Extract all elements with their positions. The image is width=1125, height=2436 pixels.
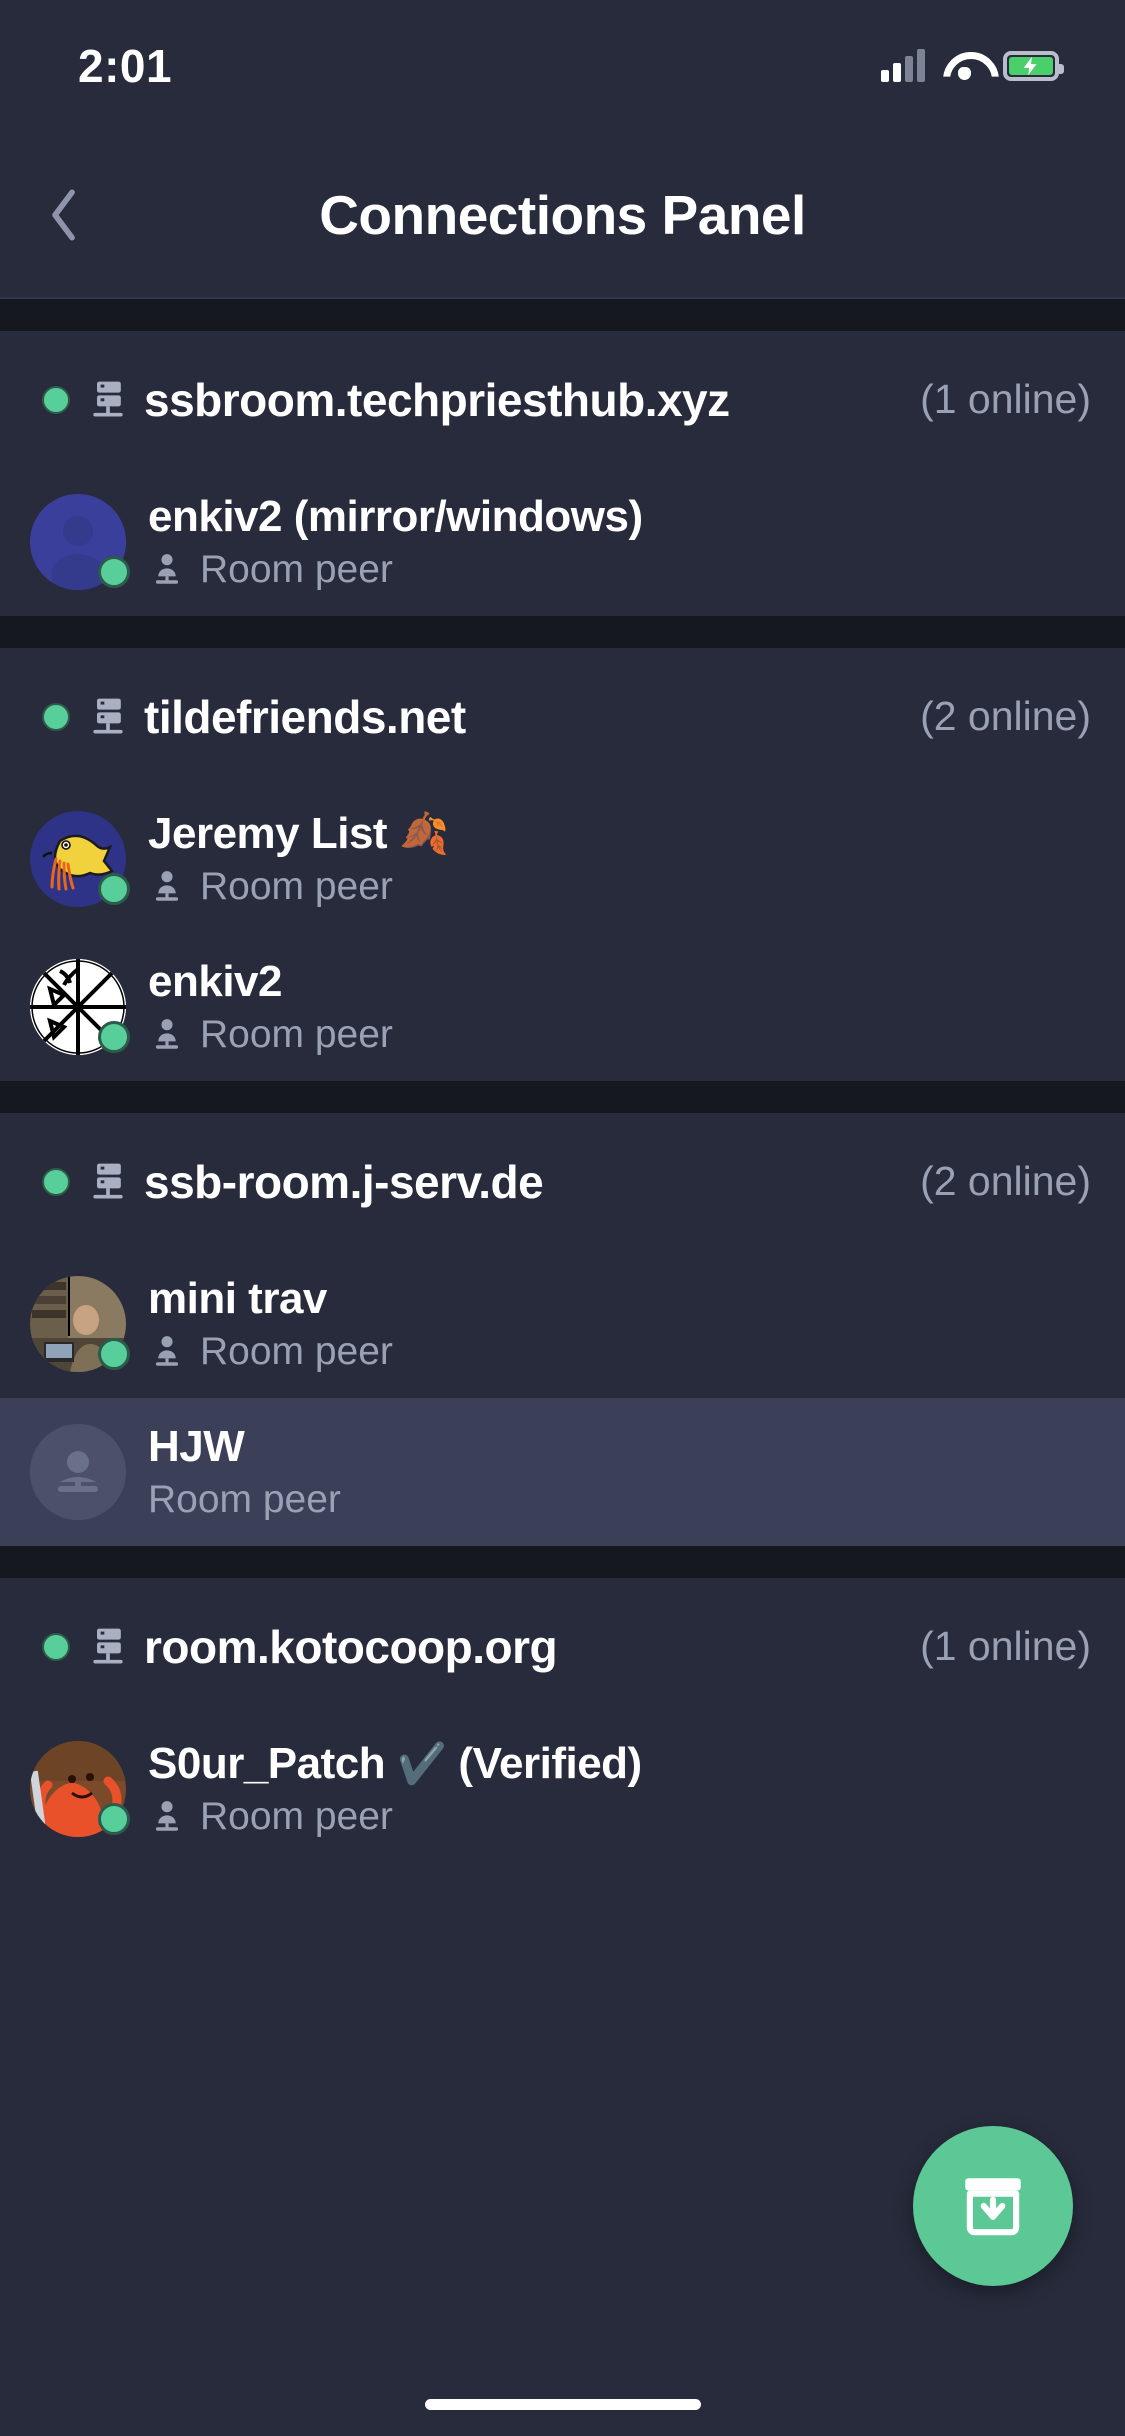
add-connection-fab[interactable] <box>913 2126 1073 2286</box>
peer-role: Room peer <box>148 1478 341 1522</box>
battery-charging-icon <box>1003 51 1064 81</box>
app-header: Connections Panel <box>0 132 1125 299</box>
presence-dot-icon <box>98 1338 130 1370</box>
home-indicator-area <box>0 2372 1125 2436</box>
server-online-count: (2 online) <box>920 693 1091 739</box>
peer-name-suffix: (Verified) <box>458 1739 642 1788</box>
presence-dot-icon <box>98 1803 130 1835</box>
peer-name-text: mini trav <box>148 1274 327 1323</box>
peer-name: HJW <box>148 1422 341 1472</box>
verified-check-emoji: ✔️ <box>397 1742 447 1786</box>
page-title: Connections Panel <box>319 183 806 246</box>
status-bar: 2:01 <box>0 0 1125 132</box>
peer-role-label: Room peer <box>200 1795 393 1838</box>
section-gap <box>0 299 1125 331</box>
peer-name-text: Jeremy List <box>148 809 388 858</box>
peer-name-text: HJW <box>148 1422 245 1471</box>
server-row[interactable]: room.kotocoop.org (1 online) <box>0 1578 1125 1715</box>
home-indicator-bar[interactable] <box>424 2398 701 2410</box>
server-row[interactable]: ssbroom.techpriesthub.xyz (1 online) <box>0 331 1125 468</box>
peer-name-text: enkiv2 (mirror/windows) <box>148 492 643 541</box>
avatar <box>30 959 130 1055</box>
server-rack-icon <box>93 698 123 733</box>
chevron-left-icon <box>52 188 75 240</box>
cellular-signal-icon <box>881 49 925 82</box>
peer-role: Room peer <box>148 1013 393 1057</box>
archive-download-icon <box>965 2178 1021 2236</box>
peer-role: Room peer <box>148 1795 642 1839</box>
peer-name: Jeremy List 🍂 <box>148 809 449 859</box>
peer-name-emoji: 🍂 <box>399 812 449 856</box>
app-screen: 2:01 Connections Panel ssbroom.techpries… <box>0 0 1125 2436</box>
room-peer-icon <box>155 1801 179 1831</box>
peer-row[interactable]: enkiv2 (mirror/windows) Room peer <box>0 468 1125 616</box>
room-peer-icon <box>155 1019 179 1049</box>
presence-dot-icon <box>98 556 130 588</box>
peer-row[interactable]: HJW Room peer <box>0 1398 1125 1546</box>
peer-row[interactable]: Jeremy List 🍂 Room peer <box>0 785 1125 933</box>
avatar <box>30 494 130 590</box>
peer-name-text: S0ur_Patch <box>148 1739 386 1788</box>
online-dot-icon <box>42 385 70 414</box>
online-dot-icon <box>42 1632 70 1661</box>
peer-role: Room peer <box>148 548 643 592</box>
peer-name: S0ur_Patch ✔️ (Verified) <box>148 1739 642 1789</box>
wifi-icon <box>943 50 985 82</box>
peer-name: enkiv2 <box>148 957 393 1007</box>
peer-role: Room peer <box>148 865 448 909</box>
online-dot-icon <box>42 702 70 731</box>
server-row[interactable]: ssb-room.j-serv.de (2 online) <box>0 1113 1125 1250</box>
connections-list[interactable]: ssbroom.techpriesthub.xyz (1 online) enk… <box>0 299 1125 2436</box>
peer-row[interactable]: mini trav Room peer <box>0 1250 1125 1398</box>
avatar <box>30 1741 130 1837</box>
server-online-count: (2 online) <box>920 1158 1091 1204</box>
section-gap <box>0 1546 1125 1578</box>
peer-role-label: Room peer <box>200 548 393 591</box>
server-name: tildefriends.net <box>144 690 466 743</box>
server-rack-icon <box>93 1628 123 1663</box>
room-peer-icon <box>155 1336 179 1366</box>
server-online-count: (1 online) <box>920 1623 1091 1669</box>
presence-dot-icon <box>98 873 130 905</box>
peer-name: enkiv2 (mirror/windows) <box>148 492 643 542</box>
room-peer-icon <box>155 554 179 584</box>
server-name: ssbroom.techpriesthub.xyz <box>144 373 730 426</box>
avatar <box>30 1424 126 1520</box>
room-peer-icon <box>155 871 179 901</box>
server-online-count: (1 online) <box>920 376 1091 422</box>
back-button[interactable] <box>0 132 130 297</box>
avatar <box>30 811 130 907</box>
peer-role-label: Room peer <box>200 865 393 908</box>
server-rack-icon <box>93 1163 123 1198</box>
server-row[interactable]: tildefriends.net (2 online) <box>0 648 1125 785</box>
server-rack-icon <box>93 381 123 416</box>
section-gap <box>0 1081 1125 1113</box>
bolt-icon <box>1023 56 1037 76</box>
peer-role: Room peer <box>148 1330 393 1374</box>
server-name: ssb-room.j-serv.de <box>144 1155 544 1208</box>
peer-name: mini trav <box>148 1274 393 1324</box>
peer-role-label: Room peer <box>148 1478 341 1521</box>
peer-name-text: enkiv2 <box>148 957 282 1006</box>
server-name: room.kotocoop.org <box>144 1620 558 1673</box>
peer-role-label: Room peer <box>200 1330 393 1373</box>
presence-dot-icon <box>98 1021 130 1053</box>
placeholder-avatar-icon <box>30 1424 126 1520</box>
peer-row[interactable]: enkiv2 Room peer <box>0 933 1125 1081</box>
status-icons <box>881 49 1064 82</box>
avatar <box>30 1276 130 1372</box>
peer-role-label: Room peer <box>200 1013 393 1056</box>
online-dot-icon <box>42 1167 70 1196</box>
section-gap <box>0 616 1125 648</box>
status-time: 2:01 <box>78 40 173 92</box>
peer-row[interactable]: S0ur_Patch ✔️ (Verified) Room peer <box>0 1715 1125 1863</box>
